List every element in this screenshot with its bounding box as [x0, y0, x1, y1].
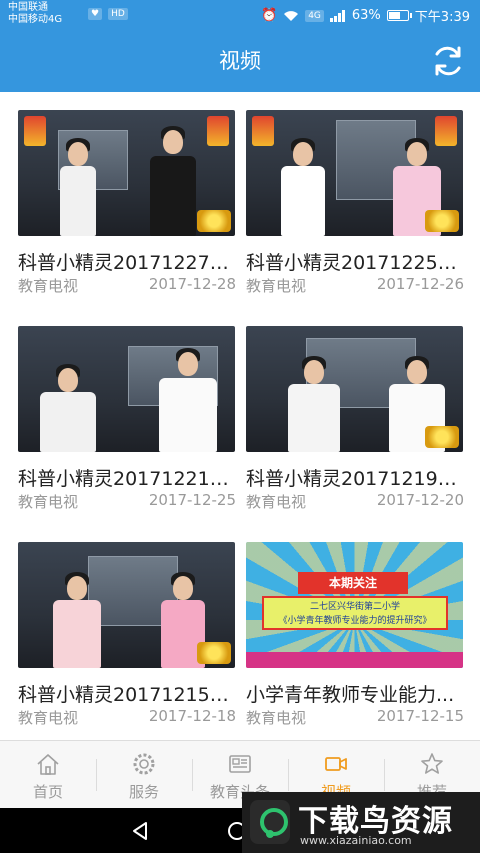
video-source: 教育电视: [246, 709, 307, 727]
video-date: 2017-12-26: [376, 275, 464, 293]
network-type-icon: 4G: [305, 9, 324, 22]
status-right: ⏰ 4G 63% 下午3:39: [261, 6, 470, 25]
news-icon: [229, 755, 251, 773]
wifi-icon: [284, 10, 299, 21]
video-date: 2017-12-15: [376, 707, 464, 725]
video-source: 教育电视: [246, 493, 307, 511]
hd-notification-icon: HD: [108, 8, 128, 20]
video-thumbnail[interactable]: [18, 326, 235, 452]
channel-logo: [197, 210, 231, 232]
status-bar: 中国联通 中国移动4G ♥ HD ⏰ 4G 63% 下午3:39: [0, 0, 480, 30]
video-title[interactable]: 小学青年教师专业能力...: [246, 680, 472, 707]
promo-ribbon: 本期关注: [298, 572, 408, 594]
video-thumbnail[interactable]: [246, 326, 463, 452]
page-title: 视频: [219, 49, 261, 73]
video-card[interactable]: 科普小精灵20171215—... 教育电视 2017-12-18: [18, 524, 244, 736]
notification-icons: ♥ HD: [88, 8, 128, 20]
star-icon: [421, 753, 443, 774]
alarm-icon: ⏰: [261, 8, 278, 23]
nav-label: 首页: [32, 783, 63, 801]
video-title[interactable]: 科普小精灵20171221—...: [18, 464, 244, 491]
nav-label: 服务: [128, 783, 159, 801]
watermark-url: www.xiazainiao.com: [300, 834, 412, 847]
carrier-info: 中国联通 中国移动4G: [8, 2, 62, 26]
video-title[interactable]: 科普小精灵20171219—...: [246, 464, 472, 491]
video-card[interactable]: 科普小精灵20171219—... 教育电视 2017-12-20: [246, 308, 472, 520]
video-source: 教育电视: [246, 277, 307, 295]
video-source: 教育电视: [18, 493, 79, 511]
signal-icon: [329, 9, 345, 22]
video-date: 2017-12-20: [376, 491, 464, 509]
watermark: 下载鸟资源 www.xiazainiao.com: [242, 792, 480, 853]
battery-icon: [386, 10, 412, 21]
video-source: 教育电视: [18, 709, 79, 727]
video-card[interactable]: 科普小精灵20171221—... 教育电视 2017-12-25: [18, 308, 244, 520]
video-card[interactable]: 科普小精灵20171225—... 教育电视 2017-12-26: [246, 92, 472, 304]
gear-icon: [133, 753, 155, 775]
nav-item-service[interactable]: 服务: [96, 741, 192, 809]
promo-panel: 二七区兴华街第二小学 《小学青年教师专业能力的提升研究》: [262, 596, 448, 630]
watermark-logo-icon: [250, 800, 290, 844]
video-card[interactable]: 科普小精灵20171227—... 教育电视 2017-12-28: [18, 92, 244, 304]
promo-line-2: 《小学青年教师专业能力的提升研究》: [278, 616, 432, 626]
video-thumbnail[interactable]: [246, 110, 463, 236]
video-card[interactable]: 本期关注 二七区兴华街第二小学 《小学青年教师专业能力的提升研究》 小学青年教师…: [246, 524, 472, 736]
video-title[interactable]: 科普小精灵20171225—...: [246, 248, 472, 275]
video-source: 教育电视: [18, 277, 79, 295]
channel-logo: [425, 426, 459, 448]
nav-item-home[interactable]: 首页: [0, 741, 96, 809]
clock: 下午3:39: [414, 10, 470, 25]
video-date: 2017-12-28: [148, 275, 236, 293]
refresh-icon[interactable]: [430, 43, 466, 79]
video-camera-icon: [325, 757, 347, 771]
back-icon[interactable]: [130, 820, 152, 842]
video-date: 2017-12-18: [148, 707, 236, 725]
home-icon: [37, 754, 59, 775]
promo-line-1: 二七区兴华街第二小学: [309, 602, 400, 612]
battery-level: [388, 12, 400, 19]
battery-percent: 63%: [351, 8, 381, 23]
app-header: 视频: [0, 30, 480, 92]
carrier-1: 中国联通: [8, 2, 48, 13]
channel-logo: [197, 642, 231, 664]
video-title[interactable]: 科普小精灵20171227—...: [18, 248, 244, 275]
video-thumbnail[interactable]: [18, 110, 235, 236]
video-thumbnail[interactable]: 本期关注 二七区兴华街第二小学 《小学青年教师专业能力的提升研究》: [246, 542, 463, 668]
video-grid: 科普小精灵20171227—... 教育电视 2017-12-28 科普小精灵2…: [0, 92, 480, 740]
video-thumbnail[interactable]: [18, 542, 235, 668]
video-title[interactable]: 科普小精灵20171215—...: [18, 680, 244, 707]
heart-notification-icon: ♥: [88, 8, 103, 20]
video-date: 2017-12-25: [148, 491, 236, 509]
channel-logo: [425, 210, 459, 232]
carrier-2: 中国移动4G: [8, 14, 63, 25]
